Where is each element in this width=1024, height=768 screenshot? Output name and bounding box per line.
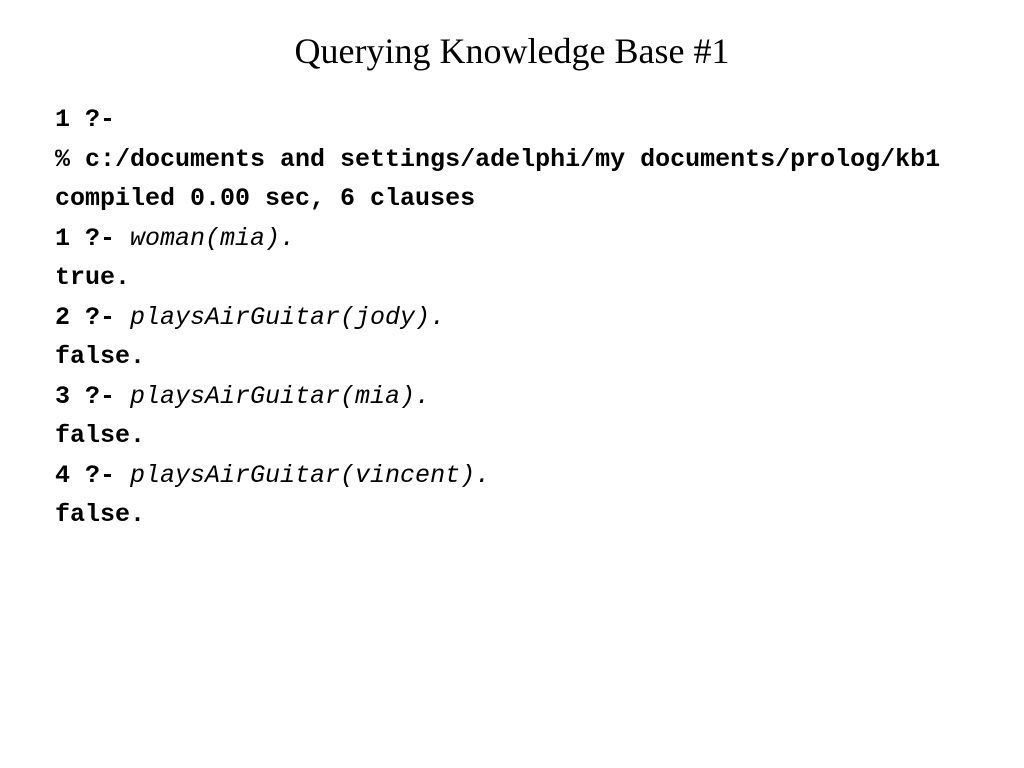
query-4: playsAirGuitar(vincent).: [130, 461, 490, 490]
result-1: true.: [55, 258, 969, 298]
prompt-line: 1 ?-: [55, 100, 969, 140]
query-1: woman(mia).: [130, 224, 295, 253]
slide-title: Querying Knowledge Base #1: [55, 30, 969, 72]
prompt-3: 3 ?-: [55, 382, 130, 411]
result-3: false.: [55, 416, 969, 456]
query-2: playsAirGuitar(jody).: [130, 303, 445, 332]
result-4: false.: [55, 495, 969, 535]
result-2: false.: [55, 337, 969, 377]
query-line-2: 2 ?- playsAirGuitar(jody).: [55, 298, 969, 338]
prompt-4: 4 ?-: [55, 461, 130, 490]
code-content: 1 ?- % c:/documents and settings/adelphi…: [55, 100, 969, 535]
query-3: playsAirGuitar(mia).: [130, 382, 430, 411]
compile-message: % c:/documents and settings/adelphi/my d…: [55, 140, 969, 219]
query-line-4: 4 ?- playsAirGuitar(vincent).: [55, 456, 969, 496]
prompt-1: 1 ?-: [55, 224, 130, 253]
query-line-3: 3 ?- playsAirGuitar(mia).: [55, 377, 969, 417]
prompt-2: 2 ?-: [55, 303, 130, 332]
query-line-1: 1 ?- woman(mia).: [55, 219, 969, 259]
